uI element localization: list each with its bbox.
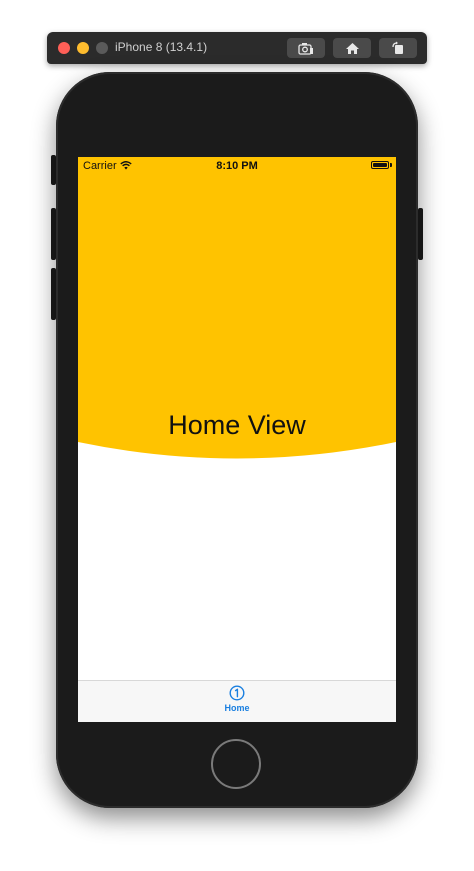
tab-home-label: Home xyxy=(224,703,250,713)
number-1-circle-icon xyxy=(229,685,245,701)
power-button xyxy=(418,208,423,260)
battery-level xyxy=(373,163,387,167)
rotate-button[interactable] xyxy=(379,38,417,58)
zoom-window-button[interactable] xyxy=(96,42,108,54)
battery-tip xyxy=(390,163,392,167)
tab-home[interactable]: Home xyxy=(212,685,262,721)
screenshot-button[interactable] xyxy=(287,38,325,58)
rotate-icon xyxy=(392,41,403,54)
home-view-title: Home View xyxy=(168,410,306,440)
simulator-root: iPhone 8 (13.4.1) Carrier 8:10 PM Home V… xyxy=(0,0,474,871)
minimize-window-button[interactable] xyxy=(77,42,89,54)
window-title: iPhone 8 (13.4.1) xyxy=(115,40,208,54)
device-screen: Carrier 8:10 PM Home View Home xyxy=(78,157,396,722)
tab-bar: Home xyxy=(78,680,396,722)
battery-icon xyxy=(371,161,389,169)
close-window-button[interactable] xyxy=(58,42,70,54)
simulator-title-bar[interactable]: iPhone 8 (13.4.1) xyxy=(47,32,427,64)
status-time: 8:10 PM xyxy=(216,160,258,172)
home-toolbar-button[interactable] xyxy=(333,38,371,58)
home-button[interactable] xyxy=(211,739,261,789)
camera-icon xyxy=(298,42,313,55)
status-bar: Carrier 8:10 PM xyxy=(78,157,396,175)
home-icon xyxy=(345,42,359,54)
